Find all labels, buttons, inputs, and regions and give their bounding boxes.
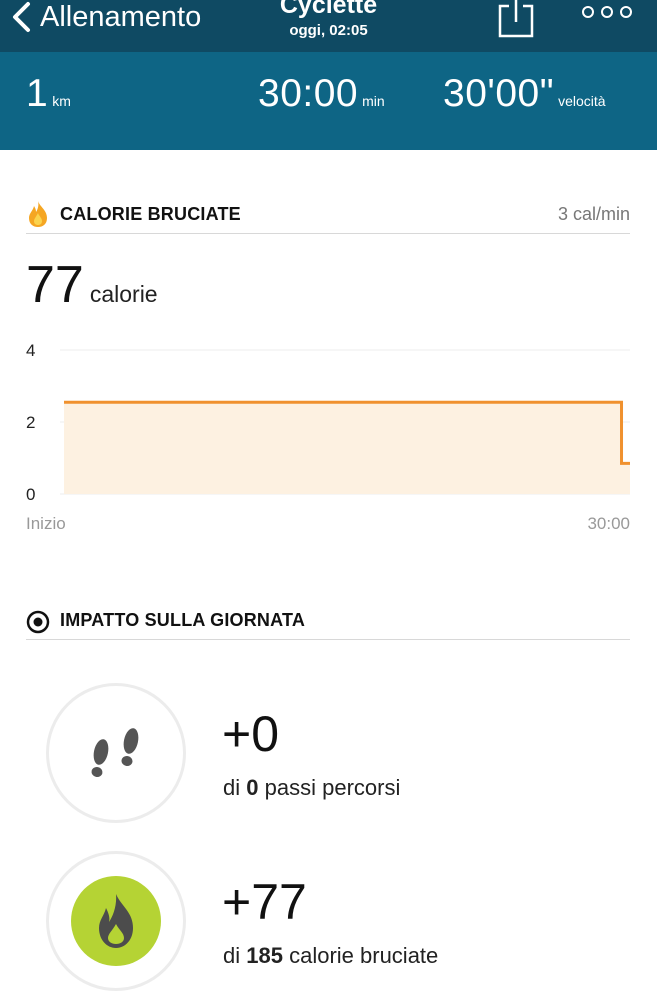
more-dot-icon [620, 6, 632, 18]
calories-badge [46, 851, 186, 991]
pace-stat: 30'00" velocità [443, 72, 606, 116]
chart-y-tick-label: 4 [26, 341, 35, 360]
flame-icon [29, 201, 47, 227]
chart-area-fill [64, 402, 630, 494]
more-options-button[interactable] [582, 4, 632, 20]
calories-delta: +77 [222, 874, 307, 930]
calories-prefix: di [223, 943, 241, 968]
pace-value: 30'00" [443, 72, 555, 115]
page-subtitle: oggi, 02:05 [289, 22, 368, 39]
calories-badge-fill [71, 876, 161, 966]
calories-total-unit: calorie [89, 281, 158, 307]
chart-y-tick-label: 0 [26, 485, 35, 504]
calories-day-total: 185 [246, 943, 283, 968]
steps-total: 0 [246, 775, 259, 800]
duration-unit: min [362, 93, 385, 109]
more-dot-icon [582, 6, 594, 18]
distance-unit: km [52, 93, 71, 109]
calorie-rate: 3 cal/min [557, 204, 630, 224]
distance-value: 1 [26, 72, 49, 115]
chart-x-tick-label: Inizio [26, 514, 66, 533]
steps-delta: +0 [222, 706, 280, 762]
back-label: Allenamento [40, 0, 202, 33]
calories-summary: di 185 calorie bruciate [223, 943, 438, 969]
title-block: Cyclette oggi, 02:05 [200, 0, 457, 39]
steps-impact-row: +0 di 0 passi percorsi [0, 683, 657, 823]
chevron-left-icon [13, 2, 30, 32]
calories-impact-row: +77 di 185 calorie bruciate [0, 851, 657, 991]
impact-section-header: IMPATTO SULLA GIORNATA [26, 604, 630, 640]
calories-section-header: CALORIE BRUCIATE 3 cal/min [26, 198, 630, 234]
target-icon [26, 610, 50, 634]
duration-value: 30:00 [258, 72, 359, 115]
footsteps-icon [91, 728, 139, 778]
back-button[interactable]: Allenamento [10, 0, 201, 34]
share-icon [498, 0, 534, 38]
duration-stat: 30:00 min [258, 72, 385, 116]
chart-x-tick-label: 30:00 [587, 514, 630, 533]
pace-unit: velocità [558, 93, 606, 109]
steps-badge [46, 683, 186, 823]
distance-stat: 1 km [26, 72, 71, 116]
steps-suffix: passi percorsi [264, 775, 401, 800]
calories-chart: 0 2 4 Inizio 30:00 [26, 341, 630, 533]
page-title: Cyclette [279, 0, 378, 19]
steps-summary: di 0 passi percorsi [223, 775, 400, 801]
calories-section-title: CALORIE BRUCIATE [60, 204, 241, 224]
calories-total-value: 77 [26, 256, 84, 314]
workout-stats-bar: 1 km 30:00 min 30'00" velocità [0, 52, 657, 150]
calories-total: 77 calorie [26, 255, 158, 315]
flame-icon [99, 894, 133, 948]
steps-prefix: di [223, 775, 241, 800]
chart-y-tick-label: 2 [26, 413, 35, 432]
calories-suffix: calorie bruciate [289, 943, 439, 968]
top-bar: Allenamento Cyclette oggi, 02:05 [0, 0, 657, 52]
impact-section-title: IMPATTO SULLA GIORNATA [60, 610, 306, 630]
more-dot-icon [601, 6, 613, 18]
share-button[interactable] [498, 0, 534, 38]
